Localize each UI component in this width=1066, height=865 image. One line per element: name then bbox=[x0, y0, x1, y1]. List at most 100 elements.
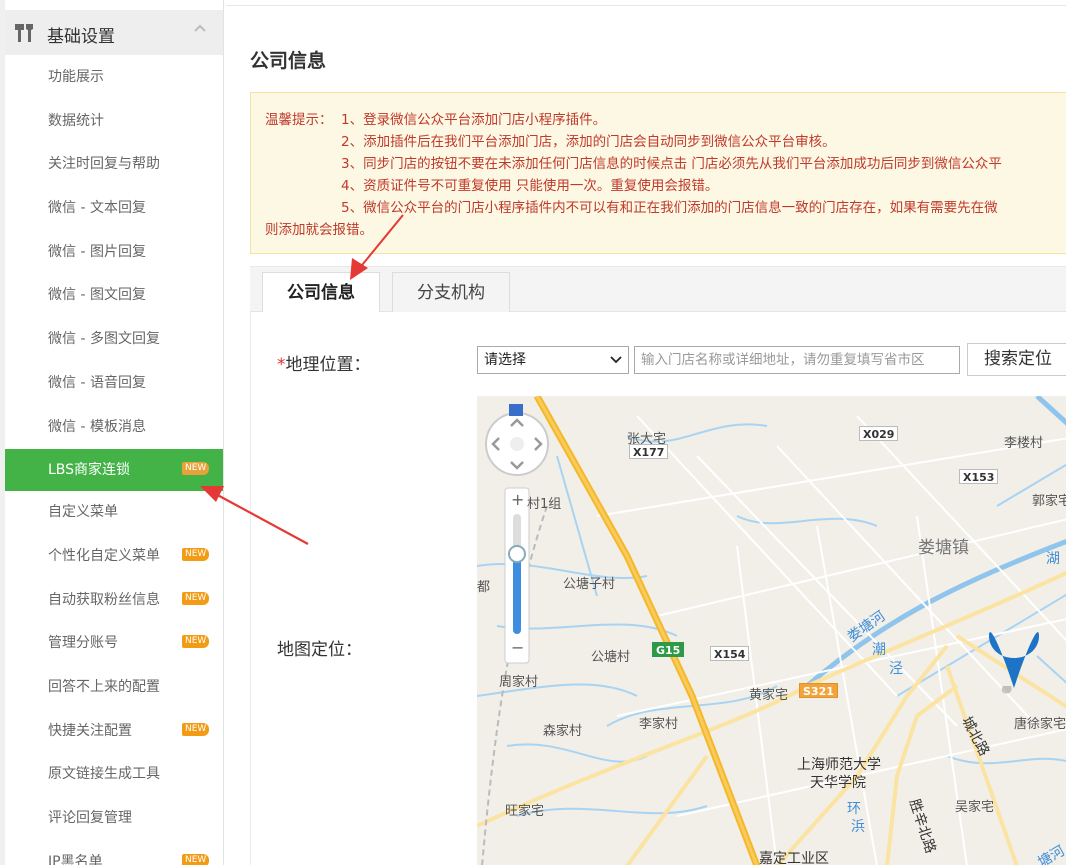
new-badge: NEW bbox=[182, 547, 210, 561]
map-label: 地图定位： bbox=[277, 640, 362, 660]
map-label: 湖 bbox=[1046, 551, 1060, 567]
map-label: 浜 bbox=[851, 819, 865, 835]
new-badge: NEW bbox=[182, 635, 210, 649]
sidebar-item[interactable]: 管理分账号 NEW bbox=[5, 622, 223, 666]
sidebar-item[interactable]: 数据统计 bbox=[5, 100, 223, 144]
region-select-value: 请选择 bbox=[484, 352, 526, 368]
sidebar-item-label: 微信 - 多图文回复 bbox=[48, 331, 160, 348]
map-label: 泾 bbox=[889, 661, 903, 677]
notice-box: 温馨提示： 1、登录微信公众平台添加门店小程序插件。 2、添加插件后在我们平台添加… bbox=[250, 92, 1066, 254]
main-content: 公司信息 温馨提示： 1、登录微信公众平台添加门店小程序插件。 2、添加插件后在我… bbox=[226, 0, 1066, 865]
notice-line-2: 2、添加插件后在我们平台添加门店，添加的门店会自动同步到微信公众平台审核。 bbox=[341, 134, 836, 150]
page-title: 公司信息 bbox=[250, 50, 327, 72]
sidebar-item[interactable]: 快捷关注配置 NEW bbox=[5, 710, 223, 754]
sidebar-item-label: IP黑名单 bbox=[48, 853, 103, 865]
sidebar-item-label: LBS商家连锁 bbox=[48, 462, 131, 479]
notice-line-4: 4、资质证件号不可重复使用 只能使用一次。重复使用会报错。 bbox=[341, 178, 719, 194]
sidebar-menu: 功能展示数据统计关注时回复与帮助 微信 - 文本回复 微信 - 图片回复 微信 - 图… bbox=[5, 56, 223, 865]
sidebar-item[interactable]: 自动获取粉丝信息 NEW bbox=[5, 579, 223, 623]
map-label: 吴家宅 bbox=[955, 800, 995, 815]
search-location-button[interactable]: 搜索定位 bbox=[967, 343, 1066, 376]
sidebar-item-label: 微信 - 文本回复 bbox=[48, 200, 146, 217]
map-label: 森家村 bbox=[543, 724, 583, 739]
sidebar-item[interactable]: 原文链接生成工具 bbox=[5, 753, 223, 797]
sidebar-item-label: 管理分账号 bbox=[48, 635, 118, 652]
sidebar-item[interactable]: 自定义菜单 bbox=[5, 491, 223, 535]
sidebar-item[interactable]: LBS商家连锁 NEW bbox=[5, 449, 223, 492]
map-pan-control-icon[interactable] bbox=[485, 412, 549, 476]
sidebar-item-label: 评论回复管理 bbox=[48, 810, 132, 826]
map-label: 李楼村 bbox=[1004, 436, 1044, 451]
sidebar-item-label: 自定义菜单 bbox=[48, 504, 118, 521]
sidebar-item[interactable]: 微信 - 图文回复 bbox=[5, 274, 223, 318]
sidebar-item[interactable]: 微信 - 语音回复 bbox=[5, 362, 223, 406]
map-label: 黄家宅 bbox=[749, 688, 789, 703]
map-label: 环 bbox=[847, 801, 861, 817]
sidebar-item-label: 数据统计 bbox=[48, 112, 104, 129]
zoom-out-button[interactable]: − bbox=[511, 638, 524, 657]
chevron-down-icon bbox=[610, 356, 622, 364]
tab-company-info[interactable]: 公司信息 bbox=[262, 272, 380, 313]
sidebar-item[interactable]: 功能展示 bbox=[5, 56, 223, 100]
sidebar-item-label: 回答不上来的配置 bbox=[48, 678, 160, 695]
map-roads bbox=[477, 396, 1066, 865]
zoom-slider[interactable] bbox=[504, 487, 530, 664]
map-label: 都 bbox=[477, 580, 491, 595]
map-label: 唐徐家宅 bbox=[1014, 717, 1066, 732]
map-label: 公塘子村 bbox=[563, 577, 616, 592]
notice-line-3: 3、同步门店的按钮不要在未添加任何门店信息的时候点击 门店必须先从我们平台添加成… bbox=[341, 156, 1002, 172]
new-badge: NEW bbox=[182, 462, 210, 476]
map-label-s321: S321 bbox=[799, 683, 838, 698]
map-label-x154: X154 bbox=[710, 646, 750, 661]
sidebar-item[interactable]: 回答不上来的配置 bbox=[5, 666, 223, 710]
sidebar-item-label: 快捷关注配置 bbox=[48, 722, 132, 739]
map-label: 旺家宅 bbox=[505, 804, 545, 819]
location-label: *地理位置： bbox=[277, 355, 371, 375]
sidebar-group-title: 基础设置 bbox=[47, 27, 115, 47]
sidebar-item-label: 微信 - 图文回复 bbox=[48, 287, 146, 304]
new-badge: NEW bbox=[182, 591, 210, 605]
sidebar-item[interactable]: 微信 - 多图文回复 bbox=[5, 318, 223, 362]
sidebar-item[interactable]: 关注时回复与帮助 bbox=[5, 143, 223, 187]
sidebar-item-label: 微信 - 图片回复 bbox=[48, 243, 146, 260]
map-label-g15: G15 bbox=[652, 642, 685, 657]
sidebar-item-label: 自动获取粉丝信息 bbox=[48, 591, 160, 608]
map-label-x177: X177 bbox=[629, 444, 669, 459]
sidebar-item[interactable]: 微信 - 图片回复 bbox=[5, 231, 223, 275]
sidebar-item-label: 微信 - 语音回复 bbox=[48, 374, 146, 391]
notice-lead: 温馨提示： bbox=[265, 112, 333, 128]
new-badge: NEW bbox=[182, 853, 210, 865]
sidebar-item[interactable]: 个性化自定义菜单 NEW bbox=[5, 535, 223, 579]
region-select[interactable]: 请选择 bbox=[477, 346, 629, 374]
sidebar-item-label: 微信 - 模板消息 bbox=[48, 418, 146, 435]
map-label-x029: X029 bbox=[859, 426, 899, 441]
chevron-up-icon[interactable] bbox=[193, 22, 207, 36]
sidebar: 基础设置 功能展示数据统计关注时回复与帮助 微信 - 文本回复 微信 - 图片回复微… bbox=[0, 0, 224, 865]
zoom-in-button[interactable]: + bbox=[511, 490, 524, 509]
company-form: *地理位置： 请选择 输入门店名称或详细地址，请勿重复填写省市区 搜索定位 地图… bbox=[250, 312, 1066, 865]
map-label: 周家村 bbox=[499, 675, 539, 690]
map-label: 天华学院 bbox=[810, 775, 866, 791]
notice-line-5: 5、微信公众平台的门店小程序插件内不可以有和正在我们添加的门店信息一致的门店存在… bbox=[341, 200, 998, 216]
sidebar-item-label: 关注时回复与帮助 bbox=[48, 156, 160, 173]
required-mark: * bbox=[277, 355, 286, 375]
map-view[interactable]: X029 张大宅 李楼村 X177 X153 村1组 郭家宅 娄塘镇 湖 都 公… bbox=[477, 396, 1066, 865]
map-label-x153: X153 bbox=[959, 469, 999, 484]
tools-icon bbox=[15, 24, 33, 42]
notice-line-tail: 则添加就会报错。 bbox=[265, 222, 373, 238]
sidebar-item-label: 功能展示 bbox=[48, 69, 104, 85]
sidebar-group-header[interactable]: 基础设置 bbox=[5, 10, 223, 55]
sidebar-item[interactable]: 微信 - 文本回复 bbox=[5, 187, 223, 231]
address-input[interactable]: 输入门店名称或详细地址，请勿重复填写省市区 bbox=[634, 346, 960, 374]
tab-branches[interactable]: 分支机构 bbox=[392, 272, 510, 313]
map-label: 娄塘镇 bbox=[918, 538, 969, 558]
map-label: 村1组 bbox=[527, 497, 562, 512]
top-divider bbox=[226, 5, 1066, 6]
sidebar-item[interactable]: 微信 - 模板消息 bbox=[5, 406, 223, 450]
sidebar-item[interactable]: IP黑名单 NEW bbox=[5, 841, 223, 865]
tab-bar: 公司信息 分支机构 bbox=[250, 266, 1066, 313]
sidebar-item-label: 原文链接生成工具 bbox=[48, 766, 160, 783]
new-badge: NEW bbox=[182, 722, 210, 736]
sidebar-item[interactable]: 评论回复管理 bbox=[5, 797, 223, 841]
map-label: 上海师范大学 bbox=[797, 757, 881, 773]
